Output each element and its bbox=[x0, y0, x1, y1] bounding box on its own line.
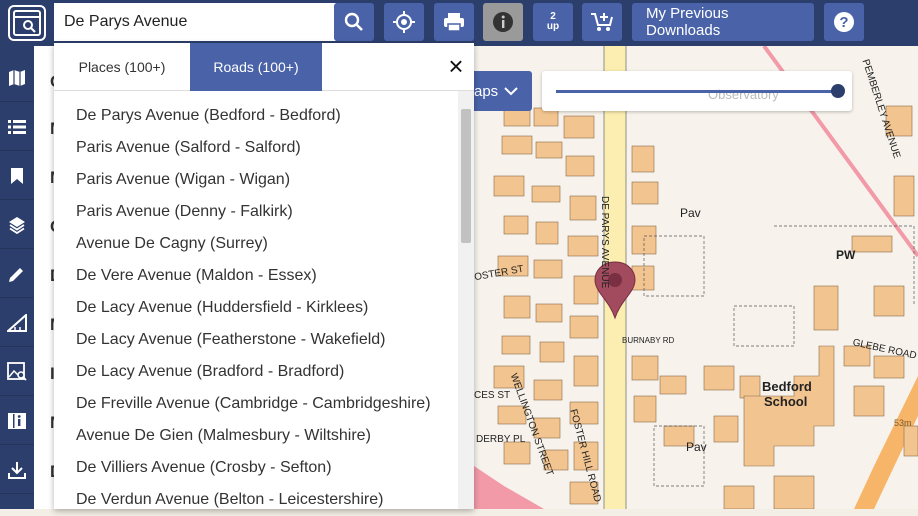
list-item[interactable]: Avenue De Cagny (Surrey) bbox=[54, 228, 458, 260]
help-icon: ? bbox=[834, 12, 854, 32]
list-item[interactable]: Paris Avenue (Wigan - Wigan) bbox=[54, 164, 458, 196]
list-item[interactable]: De Lacy Avenue (Huddersfield - Kirklees) bbox=[54, 292, 458, 324]
printer-icon bbox=[444, 13, 464, 32]
list-item[interactable]: Paris Avenue (Denny - Falkirk) bbox=[54, 196, 458, 228]
measure-icon bbox=[7, 313, 27, 332]
road-label-de-parys-avenue: DE PARYS AVENUE bbox=[599, 196, 610, 289]
top-toolbar: 2 up My Previous Downloads ? bbox=[0, 0, 918, 46]
maps-button[interactable]: aps bbox=[464, 71, 532, 111]
list-item[interactable]: De Lacy Avenue (Bradford - Bradford) bbox=[54, 356, 458, 388]
list-item[interactable]: De Vere Avenue (Maldon - Essex) bbox=[54, 260, 458, 292]
sidebar-item-maps[interactable] bbox=[0, 54, 34, 102]
map-label-pav: Pav bbox=[680, 206, 701, 220]
list-item[interactable]: De Freville Avenue (Cambridge - Cambridg… bbox=[54, 388, 458, 420]
road-label-burnaby-rd: BURNABY RD bbox=[622, 336, 675, 345]
map-label-pav: Pav bbox=[686, 440, 707, 454]
layers-icon bbox=[9, 216, 25, 234]
results-list: De Parys Avenue (Bedford - Bedford) Pari… bbox=[54, 100, 458, 516]
print-button[interactable] bbox=[434, 3, 474, 41]
map-label-spot-height: 53m bbox=[894, 418, 912, 428]
map-icon bbox=[9, 69, 25, 86]
previous-downloads-button[interactable]: My Previous Downloads bbox=[632, 3, 814, 41]
maps-button-label: aps bbox=[474, 82, 499, 100]
scrollbar-thumb[interactable] bbox=[461, 109, 471, 243]
sidebar-item-layers[interactable] bbox=[0, 201, 34, 249]
sidebar-item-list[interactable] bbox=[0, 103, 34, 151]
results-tabs: Places (100+) Roads (100+) × bbox=[54, 43, 474, 91]
add-to-basket-button[interactable] bbox=[582, 3, 622, 41]
list-item[interactable]: De Villiers Avenue (Crosby - Sefton) bbox=[54, 452, 458, 484]
sidebar-item-bookmarks[interactable] bbox=[0, 152, 34, 200]
road-label-ces-st: CES ST bbox=[474, 390, 511, 401]
search-results-dropdown: Places (100+) Roads (100+) × De Parys Av… bbox=[54, 43, 474, 509]
image-search-icon bbox=[7, 361, 27, 381]
list-icon bbox=[8, 119, 26, 134]
info-button[interactable] bbox=[483, 3, 523, 41]
search-button[interactable] bbox=[334, 3, 374, 41]
list-item[interactable]: Paris Avenue (Salford - Salford) bbox=[54, 132, 458, 164]
pencil-icon bbox=[9, 267, 23, 282]
previous-downloads-label: My Previous Downloads bbox=[646, 5, 729, 39]
app-logo-icon[interactable] bbox=[8, 5, 46, 41]
two-up-button[interactable]: 2 up bbox=[533, 3, 573, 41]
results-scrollbar[interactable] bbox=[458, 91, 474, 509]
svg-text:?: ? bbox=[839, 14, 848, 31]
list-item[interactable]: De Verdun Avenue (Belton - Leicestershir… bbox=[54, 484, 458, 516]
sidebar-item-imagery[interactable] bbox=[0, 348, 34, 396]
locate-button[interactable] bbox=[384, 3, 424, 41]
search-icon bbox=[344, 12, 363, 31]
tab-places[interactable]: Places (100+) bbox=[54, 43, 190, 91]
map-label-pw: PW bbox=[836, 248, 856, 262]
slider-track[interactable] bbox=[556, 90, 836, 93]
map-view[interactable]: DE PARYS AVENUE Pav Pav PW BURNABY RD GL… bbox=[474, 46, 918, 509]
list-item[interactable]: De Parys Avenue (Bedford - Bedford) bbox=[54, 100, 458, 132]
info-book-icon bbox=[8, 412, 26, 429]
help-button[interactable]: ? bbox=[824, 3, 864, 41]
sidebar-item-draw[interactable] bbox=[0, 250, 34, 298]
sidebar-item-info[interactable] bbox=[0, 397, 34, 445]
road-label-derby-pl: DERBY PL bbox=[476, 434, 526, 445]
sidebar-item-measure[interactable] bbox=[0, 299, 34, 347]
left-sidebar bbox=[0, 46, 34, 509]
search-input[interactable] bbox=[54, 3, 336, 41]
opacity-slider-panel: Observatory bbox=[542, 71, 852, 111]
bookmark-icon bbox=[11, 167, 23, 184]
two-up-text: up bbox=[546, 21, 560, 32]
chevron-down-icon bbox=[504, 87, 518, 96]
map-label-school: School bbox=[764, 394, 808, 409]
crosshair-icon bbox=[393, 11, 415, 33]
slider-handle[interactable] bbox=[831, 84, 845, 98]
add-to-basket-icon bbox=[591, 13, 613, 31]
close-icon[interactable]: × bbox=[444, 53, 468, 79]
list-item[interactable]: De Lacy Avenue (Featherstone - Wakefield… bbox=[54, 324, 458, 356]
map-label-bedford: Bedford bbox=[762, 379, 812, 394]
list-item[interactable]: Avenue De Gien (Malmesbury - Wiltshire) bbox=[54, 420, 458, 452]
info-icon bbox=[493, 12, 513, 32]
tab-roads[interactable]: Roads (100+) bbox=[190, 43, 322, 91]
download-icon bbox=[8, 461, 26, 479]
sidebar-item-download[interactable] bbox=[0, 446, 34, 494]
